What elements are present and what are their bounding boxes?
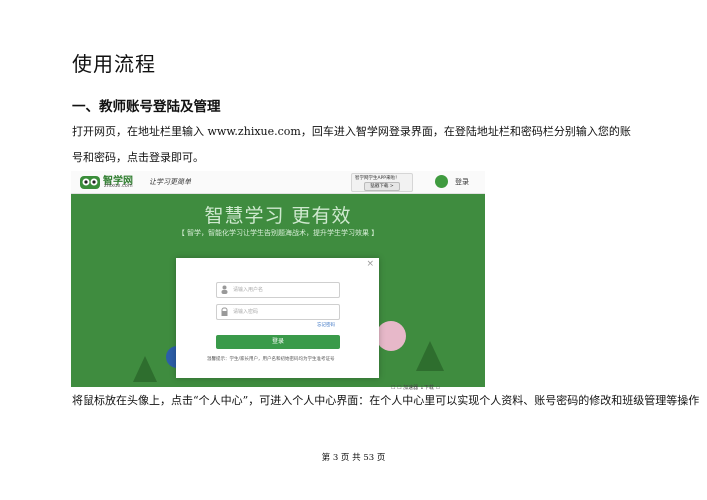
app-download-button: 猛戳下载 > [364, 182, 400, 191]
slogan: 让学习更简单 [149, 178, 191, 186]
tree-decoration [416, 341, 444, 371]
tree-decoration [133, 356, 157, 382]
paragraph-2: 将鼠标放在头像上，点击“个人中心”，可进入个人中心界面：在个人中心里可以实现个人… [72, 394, 700, 407]
embedded-login-screenshot: 智学网 zhixue.com 让学习更简单 智学网学生APP来啦！ 猛戳下载 >… [71, 171, 485, 387]
pink-circle-decoration [376, 321, 406, 351]
forgot-password-link: 忘记密码 [317, 323, 335, 328]
logo-domain: zhixue.com [104, 183, 133, 189]
header-login-link: 登录 [455, 178, 469, 186]
page-footer: 第 3 页 共 53 页 [321, 453, 386, 463]
login-dialog: × 请输入用户名 请输入密码 忘记密码 登录 温馨提示：学生/家长用户，用户名和… [176, 258, 379, 378]
user-icon [435, 175, 448, 188]
username-field: 请输入用户名 [216, 282, 340, 298]
banner-title: 智慧学习 更有效 [204, 205, 352, 227]
login-button: 登录 [216, 335, 340, 349]
browser-bottom-toolbar: ☐ ☐ 加速器 ↓下载 ▭ [391, 385, 441, 391]
close-icon: × [366, 259, 374, 269]
password-placeholder: 请输入密码 [233, 309, 259, 315]
page-title: 使用流程 [72, 52, 156, 76]
section-heading: 一、教师账号登陆及管理 [72, 99, 221, 115]
password-field: 请输入密码 [216, 304, 340, 320]
owl-logo-icon [80, 176, 100, 189]
banner-subtitle: 【 智学，智能化学习让学生告别题海战术，提升学生学习效果 】 [177, 229, 379, 237]
user-icon [221, 285, 228, 294]
paragraph-line-1: 打开网页，在地址栏里输入 www.zhixue.com，回车进入智学网登录界面，… [72, 125, 631, 138]
lock-icon [221, 307, 228, 316]
username-placeholder: 请输入用户名 [233, 287, 264, 293]
app-promo-text: 智学网学生APP来啦！ [355, 176, 400, 181]
paragraph-line-2: 号和密码，点击登录即可。 [72, 151, 204, 164]
login-tip: 温馨提示：学生/家长用户，用户名和初始密码均为学生准考证号 [207, 357, 335, 362]
site-header: 智学网 zhixue.com 让学习更简单 智学网学生APP来啦！ 猛戳下载 >… [71, 171, 485, 194]
app-promo-box: 智学网学生APP来啦！ 猛戳下载 > [351, 173, 413, 192]
